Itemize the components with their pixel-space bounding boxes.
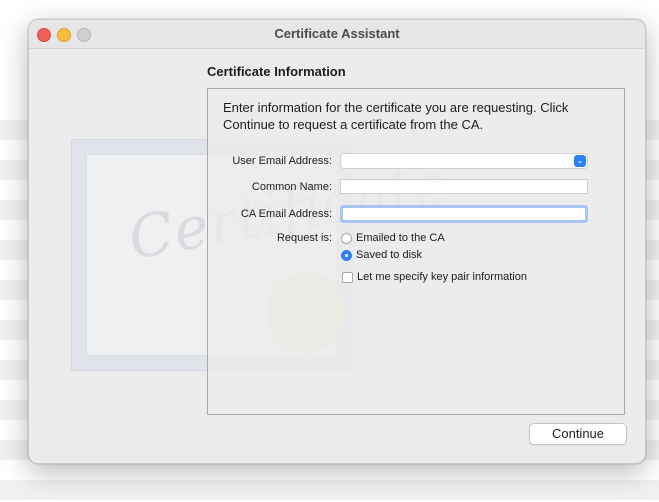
ca-email-field[interactable] — [340, 205, 588, 223]
emailed-to-ca-radio[interactable] — [341, 233, 352, 244]
certificate-assistant-window: Certificate Assistant Certificate Certif… — [28, 19, 646, 464]
user-email-combobox[interactable]: ⌄ — [340, 153, 588, 169]
user-email-label: User Email Address: — [232, 155, 332, 167]
key-pair-label: Let me specify key pair information — [357, 271, 527, 283]
ca-email-label: CA Email Address: — [240, 208, 332, 220]
emailed-to-ca-label: Emailed to the CA — [356, 232, 445, 244]
key-pair-checkbox[interactable] — [342, 272, 353, 283]
title-bar: Certificate Assistant — [29, 20, 645, 49]
saved-to-disk-label: Saved to disk — [356, 249, 423, 261]
instructions-text: Enter information for the certificate yo… — [223, 100, 569, 132]
chevron-down-icon[interactable]: ⌄ — [574, 155, 586, 167]
window-title: Certificate Assistant — [274, 26, 400, 41]
certificate-form-panel: Enter information for the certificate yo… — [207, 88, 625, 415]
continue-button[interactable]: Continue — [529, 423, 627, 445]
saved-to-disk-radio[interactable] — [341, 250, 352, 261]
section-heading: Certificate Information — [207, 64, 346, 79]
common-name-label: Common Name: — [251, 181, 332, 193]
request-is-label: Request is: — [276, 232, 332, 244]
common-name-field[interactable] — [340, 179, 588, 194]
